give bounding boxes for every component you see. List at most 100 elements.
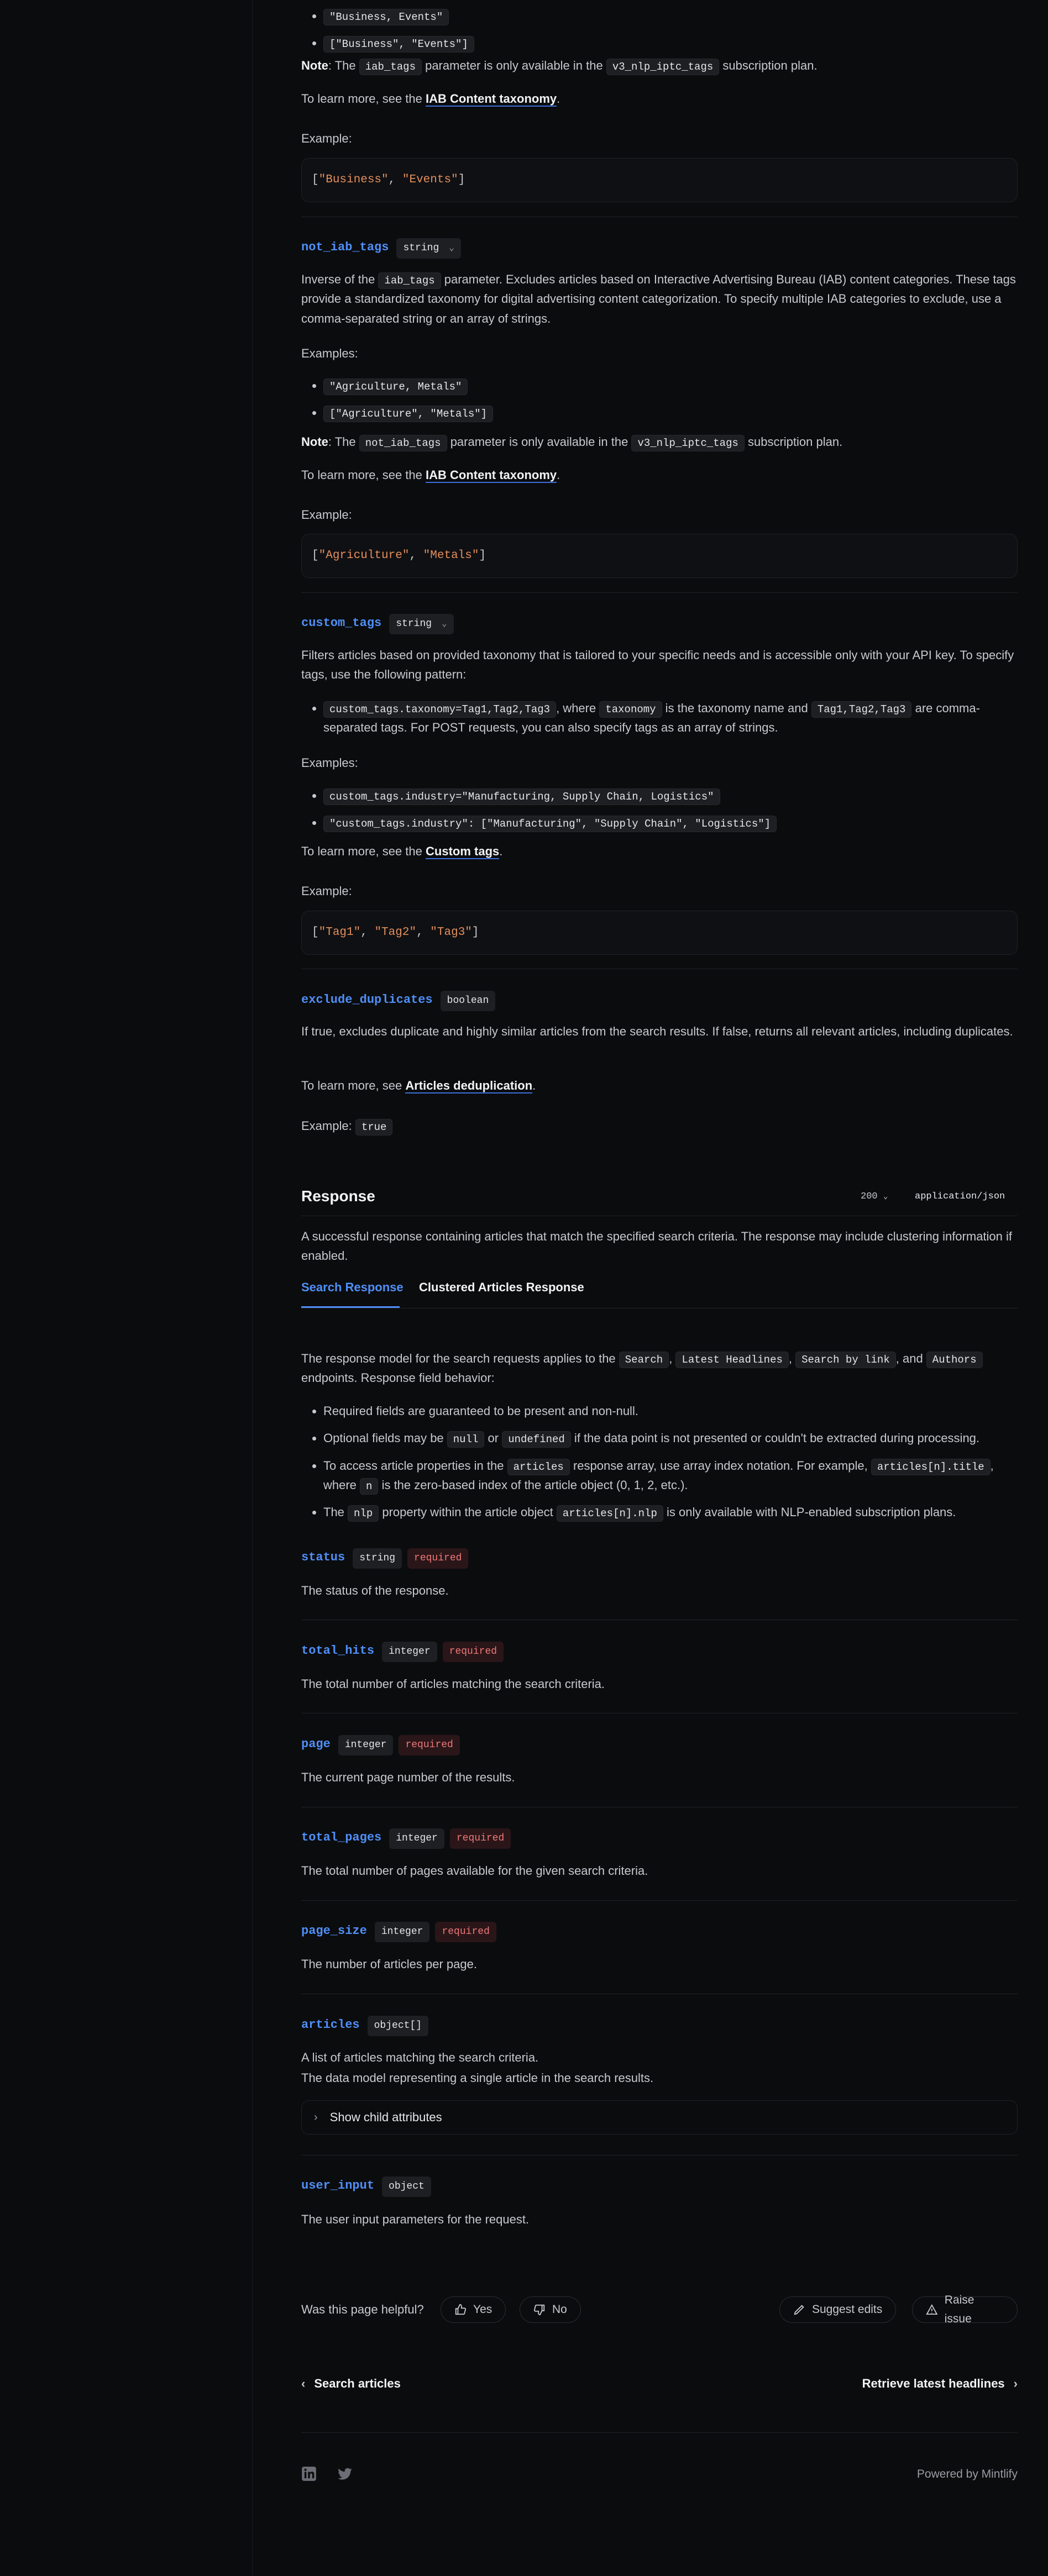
divider	[301, 592, 1018, 593]
chevron-down-icon: ⌄	[449, 243, 454, 253]
iab-learn-more: To learn more, see the IAB Content taxon…	[301, 92, 560, 107]
param-header: not_iab_tags string ⌄	[301, 236, 461, 259]
dedup-link[interactable]: Articles deduplication	[405, 1079, 533, 1094]
param-description: Inverse of the iab_tags parameter. Exclu…	[301, 272, 1016, 325]
param-name[interactable]: custom_tags	[301, 616, 381, 630]
chevron-down-icon: ⌄	[883, 1192, 888, 1201]
param-name[interactable]: not_iab_tags	[301, 240, 389, 254]
required-badge: required	[407, 1548, 469, 1569]
linkedin-icon[interactable]	[301, 2466, 317, 2487]
yes-button[interactable]: Yes	[441, 2296, 506, 2323]
chevron-right-icon: ›	[314, 2111, 318, 2123]
field-description: The total number of articles matching th…	[301, 1677, 605, 1691]
field-header: articles object[]	[301, 2014, 429, 2036]
content-type[interactable]: application/json	[915, 1189, 1005, 1204]
next-page-link[interactable]: Retrieve latest headlines ›	[862, 2374, 1018, 2393]
prev-page-link[interactable]: ‹ Search articles	[301, 2374, 401, 2393]
divider	[301, 1900, 1018, 1901]
learn-more: To learn more, see the IAB Content taxon…	[301, 468, 560, 483]
field-header: page integer required	[301, 1733, 460, 1755]
powered-by-link[interactable]: Powered by Mintlify	[917, 2465, 1018, 2484]
code-block[interactable]: ["Tag1", "Tag2", "Tag3"]	[301, 911, 1018, 955]
list-item: ["Business", "Events"]	[323, 33, 1040, 53]
list-item: "Agriculture, Metals"	[323, 376, 1040, 395]
param-type[interactable]: string ⌄	[389, 614, 454, 634]
param-type: boolean	[440, 991, 496, 1011]
raise-issue-button[interactable]: Raise issue	[912, 2294, 1018, 2325]
learn-more: To learn more, see Articles deduplicatio…	[301, 1079, 536, 1094]
chevron-down-icon: ⌄	[442, 619, 447, 629]
field-description: The number of articles per page.	[301, 1957, 477, 1971]
list-item: To access article properties in the arti…	[323, 1456, 1018, 1495]
status-code-select[interactable]: 200 ⌄	[861, 1189, 888, 1204]
param-description: If true, excludes duplicate and highly s…	[301, 1024, 1013, 1038]
param-name[interactable]: exclude_duplicates	[301, 993, 433, 1007]
list-item: "Business, Events"	[323, 6, 1040, 25]
iab-taxonomy-link[interactable]: IAB Content taxonomy	[426, 92, 557, 107]
required-badge: required	[399, 1735, 460, 1755]
field-name[interactable]: page	[301, 1737, 331, 1751]
response-title: Response	[301, 1187, 375, 1205]
example-label: Example:	[301, 508, 352, 522]
list-item: ["Agriculture", "Metals"]	[323, 403, 1040, 423]
field-name[interactable]: page_size	[301, 1924, 367, 1938]
field-name[interactable]: total_hits	[301, 1644, 374, 1658]
warning-icon	[926, 2304, 938, 2315]
field-type: integer	[382, 1642, 437, 1662]
examples-list: "Agriculture, Metals" ["Agriculture", "M…	[301, 368, 1040, 430]
twitter-icon[interactable]	[337, 2467, 353, 2486]
divider	[301, 2155, 1018, 2156]
chevron-right-icon: ›	[1013, 2377, 1018, 2390]
suggest-edits-button[interactable]: Suggest edits	[779, 2296, 897, 2323]
param-header: exclude_duplicates boolean	[301, 989, 496, 1011]
iab-examples-list: "Business, Events" ["Business", "Events"…	[301, 0, 1040, 61]
chevron-left-icon: ‹	[301, 2377, 306, 2390]
field-description: The total number of pages available for …	[301, 1864, 648, 1878]
field-name[interactable]: total_pages	[301, 1831, 381, 1844]
learn-more: To learn more, see the Custom tags.	[301, 844, 503, 859]
param-description: Filters articles based on provided taxon…	[301, 648, 1014, 682]
divider	[301, 2432, 1018, 2433]
examples-list: custom_tags.industry="Manufacturing, Sup…	[301, 778, 1040, 840]
response-description: A successful response containing article…	[301, 1229, 1013, 1263]
tab-clustered-articles[interactable]: Clustered Articles Response	[419, 1278, 584, 1297]
example-code: "Business, Events"	[323, 9, 449, 25]
field-name[interactable]: articles	[301, 2018, 360, 2032]
show-child-attributes-button[interactable]: › Show child attributes	[301, 2100, 1018, 2135]
examples-label: Examples:	[301, 756, 358, 770]
thumbs-down-icon	[533, 2304, 545, 2316]
field-name[interactable]: user_input	[301, 2179, 374, 2193]
iab-taxonomy-link[interactable]: IAB Content taxonomy	[426, 468, 557, 483]
field-behavior-list: Required fields are guaranteed to be pre…	[301, 1394, 1018, 1530]
pencil-icon	[794, 2305, 804, 2315]
example-code: ["Business", "Events"]	[323, 36, 474, 53]
feedback-question: Was this page helpful?	[301, 2302, 424, 2316]
example-label: Example:	[301, 132, 352, 145]
tab-search-response[interactable]: Search Response	[301, 1278, 404, 1297]
sidebar-divider	[252, 0, 253, 2576]
field-description: The user input parameters for the reques…	[301, 2212, 530, 2226]
list-item: Required fields are guaranteed to be pre…	[323, 1401, 1018, 1421]
list-item: custom_tags.taxonomy=Tag1,Tag2,Tag3, whe…	[323, 698, 1018, 738]
field-name[interactable]: status	[301, 1550, 345, 1564]
field-header: total_hits integer required	[301, 1640, 504, 1662]
example-label: Example:	[301, 884, 352, 898]
param-header: custom_tags string ⌄	[301, 612, 454, 634]
field-type: object[]	[367, 2016, 429, 2036]
field-header: page_size integer required	[301, 1920, 496, 1942]
no-button[interactable]: No	[520, 2296, 581, 2323]
list-item: Optional fields may be null or undefined…	[323, 1428, 1018, 1448]
code-block[interactable]: ["Agriculture", "Metals"]	[301, 534, 1018, 578]
example-value: true	[355, 1119, 393, 1135]
required-badge: required	[449, 1828, 511, 1849]
field-description: The status of the response.	[301, 1584, 449, 1597]
code-block[interactable]: ["Business", "Events"]	[301, 158, 1018, 202]
field-type: integer	[389, 1828, 444, 1849]
required-badge: required	[442, 1642, 504, 1662]
field-description: The data model representing a single art…	[301, 2071, 654, 2085]
custom-tags-link[interactable]: Custom tags	[426, 844, 500, 859]
param-type[interactable]: string ⌄	[396, 238, 461, 259]
required-badge: required	[435, 1922, 496, 1942]
field-header: status string required	[301, 1547, 469, 1569]
field-type: integer	[338, 1735, 394, 1755]
